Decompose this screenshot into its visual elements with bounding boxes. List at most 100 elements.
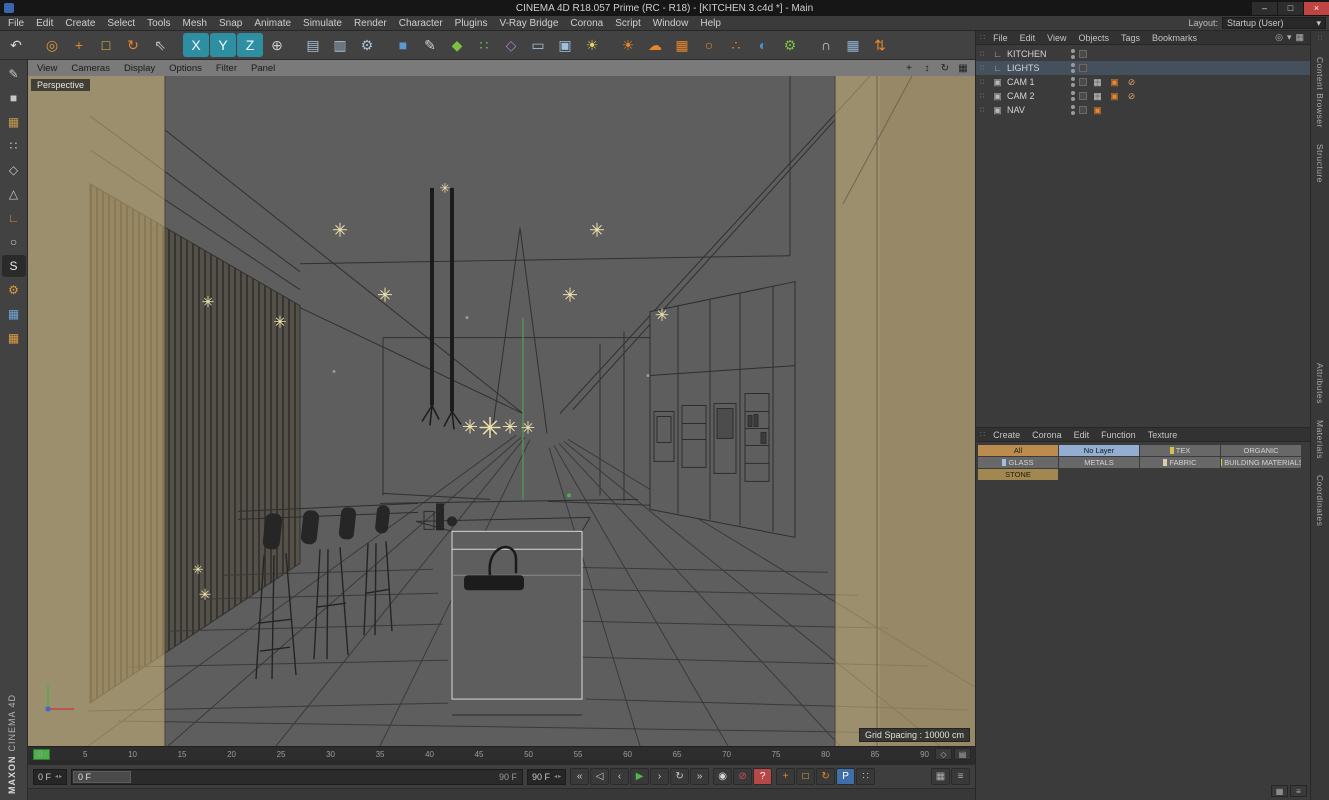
visibility-toggle[interactable] (1071, 77, 1075, 87)
protection-tag-icon[interactable]: ⊘ (1125, 77, 1138, 88)
material-manager-menu-item[interactable]: Texture (1142, 430, 1184, 440)
layer-chip[interactable] (1079, 78, 1087, 86)
layer-chip[interactable] (1079, 92, 1087, 100)
help-button[interactable]: ? (753, 768, 773, 785)
corona-scatter-button[interactable]: ∴ (723, 33, 749, 57)
object-row-nav[interactable]: ∷ ▣ NAV ▣ (976, 103, 1310, 117)
render-view-button[interactable]: ▤ (300, 33, 326, 57)
menubar-item[interactable]: Help (694, 18, 727, 29)
axis-mode-button[interactable]: ∟ (2, 207, 26, 229)
dolly-view-icon[interactable]: ↕ (919, 62, 935, 75)
layer-tex-button[interactable]: TEX (1140, 445, 1220, 456)
object-manager-menu-item[interactable]: File (987, 33, 1014, 43)
pan-view-icon[interactable]: + (901, 62, 917, 75)
timeline-tick[interactable]: 15 (178, 750, 187, 759)
prev-keyframe-icon[interactable]: ◇ (935, 748, 952, 760)
timeline-tick[interactable]: 5 (83, 750, 87, 759)
menubar-item[interactable]: Snap (213, 18, 248, 29)
points-mode-button[interactable]: ∷ (2, 135, 26, 157)
corona-sky-button[interactable]: ☁ (642, 33, 668, 57)
protection-tag-icon[interactable]: ⊘ (1125, 91, 1138, 102)
object-row-cam2[interactable]: ∷ ▣ CAM 2 ▦ ▣ ⊘ (976, 89, 1310, 103)
add-floor-button[interactable]: ▭ (525, 33, 551, 57)
material-manager-menu-item[interactable]: Edit (1068, 430, 1096, 440)
dock-tab[interactable]: Attributes (1315, 363, 1325, 404)
viewport-menu-item[interactable]: Display (117, 63, 162, 74)
object-name[interactable]: LIGHTS (1007, 63, 1057, 73)
autokey-button[interactable]: ⊘ (733, 768, 753, 785)
timeline-grid-icon[interactable]: ▦ (931, 768, 950, 785)
viewport-menu-item[interactable]: Cameras (64, 63, 117, 74)
menubar-item[interactable]: Character (393, 18, 449, 29)
corona-material-button[interactable]: ▦ (669, 33, 695, 57)
add-subdivision-button[interactable]: ◆ (444, 33, 470, 57)
z-axis-lock-button[interactable]: Z (237, 33, 263, 57)
layer-building-materials-button[interactable]: BUILDING MATERIALS (1221, 457, 1301, 468)
menubar-item[interactable]: Animate (248, 18, 297, 29)
object-name[interactable]: CAM 1 (1007, 77, 1057, 87)
add-deformer-button[interactable]: ◇ (498, 33, 524, 57)
key-rotation-button[interactable]: ↻ (816, 768, 836, 785)
menubar-item[interactable]: Create (59, 18, 101, 29)
updown-arrows-button[interactable]: ⇅ (867, 33, 893, 57)
end-frame-field[interactable]: 90 F ◂ ▸ (527, 768, 567, 785)
object-manager-menu-item[interactable]: View (1041, 33, 1072, 43)
separator[interactable] (606, 33, 614, 57)
viewport-menu-item[interactable]: Options (162, 63, 209, 74)
play-backwards-button[interactable]: ◁ (590, 768, 610, 785)
object-row-kitchen[interactable]: ∷ ∟ KITCHEN (976, 47, 1310, 61)
menubar-item[interactable]: Window (647, 18, 695, 29)
menubar-item[interactable]: Plugins (449, 18, 494, 29)
object-manager-menu-item[interactable]: Tags (1115, 33, 1146, 43)
coord-system-button[interactable]: ⊕ (264, 33, 290, 57)
viewport-label[interactable]: Perspective (31, 79, 91, 91)
object-row-lights[interactable]: ∷ ∟ LIGHTS (976, 61, 1310, 75)
visibility-toggle[interactable] (1071, 91, 1075, 101)
timeline-tick[interactable]: 35 (376, 750, 385, 759)
layer-fabric-button[interactable]: FABRIC (1140, 457, 1220, 468)
object-name[interactable]: KITCHEN (1007, 49, 1057, 59)
viewport-menu-item[interactable]: Filter (209, 63, 244, 74)
separator[interactable] (30, 33, 38, 57)
quantize-button[interactable]: ⚙ (2, 279, 26, 301)
team-render-button[interactable]: ⚙ (777, 33, 803, 57)
key-parameter-button[interactable]: P (836, 768, 856, 785)
viewport-menu-item[interactable]: Panel (244, 63, 282, 74)
timeline-tick[interactable]: 50 (524, 750, 533, 759)
maximize-button[interactable]: □ (1278, 1, 1303, 15)
render-region-button[interactable]: ▥ (327, 33, 353, 57)
goto-first-frame-button[interactable]: « (570, 768, 590, 785)
viewport-filter-button[interactable]: ○ (2, 231, 26, 253)
menubar-item[interactable]: V-Ray Bridge (493, 18, 564, 29)
menubar-item[interactable]: Mesh (177, 18, 213, 29)
dock-tab[interactable]: Materials (1315, 420, 1325, 459)
model-mode-button[interactable]: ■ (2, 87, 26, 109)
add-array-button[interactable]: ∷ (471, 33, 497, 57)
workplane-align-button[interactable]: ▦ (2, 327, 26, 349)
texture-tag-icon[interactable]: ▦ (1091, 77, 1104, 88)
add-camera-button[interactable]: ▣ (552, 33, 578, 57)
last-tool-button[interactable]: ⇖ (147, 33, 173, 57)
layer-stone-button[interactable]: STONE (978, 469, 1058, 480)
range-slider-handle[interactable]: 0 F (73, 770, 132, 783)
add-light-button[interactable]: ☀ (579, 33, 605, 57)
timeline-tick[interactable]: 85 (871, 750, 880, 759)
menubar-item[interactable]: Tools (141, 18, 176, 29)
current-frame-field[interactable]: 0 F ◂ ▸ (33, 768, 68, 785)
scale-tool-button[interactable]: □ (93, 33, 119, 57)
object-row-cam1[interactable]: ∷ ▣ CAM 1 ▦ ▣ ⊘ (976, 75, 1310, 89)
timeline-tick[interactable]: 60 (623, 750, 632, 759)
object-name[interactable]: NAV (1007, 105, 1057, 115)
goto-last-frame-button[interactable]: » (690, 768, 710, 785)
timeline-tick[interactable]: 30 (326, 750, 335, 759)
close-button[interactable]: × (1304, 1, 1329, 15)
timeline-tick[interactable]: 0 (38, 750, 42, 759)
timeline-tick[interactable]: 20 (227, 750, 236, 759)
material-list-area[interactable] (976, 483, 1310, 782)
mm-menu-icon[interactable]: ≡ (1290, 785, 1307, 797)
vray-sphere-button[interactable]: ◐ (750, 33, 776, 57)
visibility-toggle[interactable] (1071, 49, 1075, 59)
material-manager-menu-item[interactable]: Function (1095, 430, 1142, 440)
snap-mode-button[interactable]: S (1, 255, 26, 277)
menubar-item[interactable]: Edit (30, 18, 59, 29)
